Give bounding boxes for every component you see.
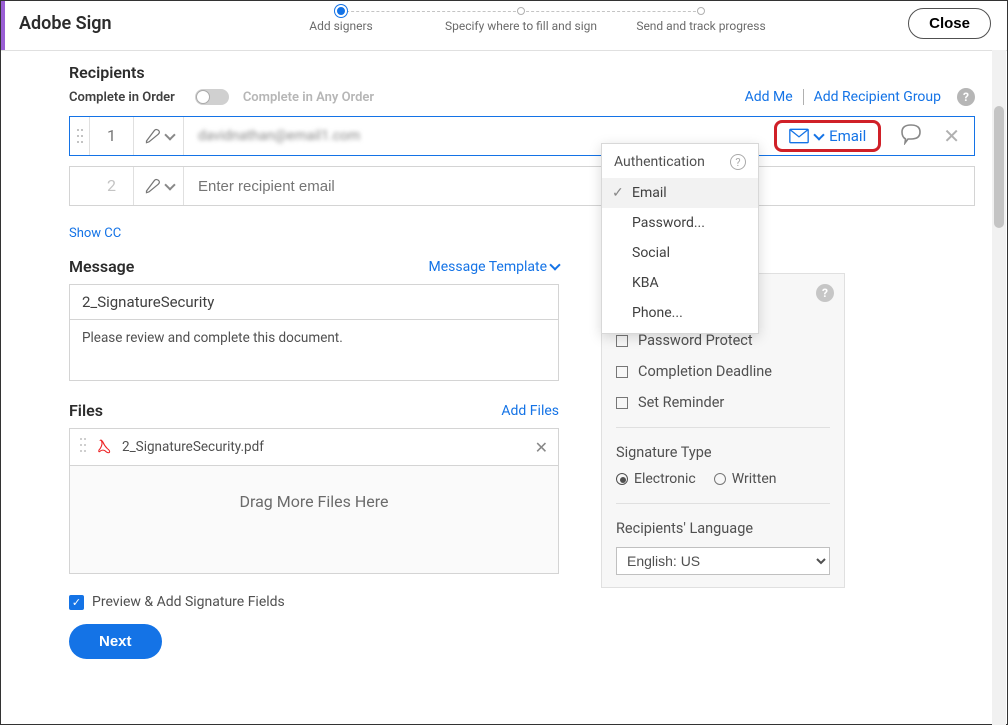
files-heading: Files bbox=[69, 401, 103, 420]
message-template-link[interactable]: Message Template bbox=[419, 259, 559, 275]
order-alt-label: Complete in Any Order bbox=[243, 90, 374, 105]
auth-popup: Authentication ? Email Password... Socia… bbox=[601, 143, 759, 334]
pdf-icon bbox=[96, 438, 114, 456]
pen-icon bbox=[144, 176, 164, 196]
chevron-down-icon bbox=[164, 179, 175, 190]
remove-recipient-icon[interactable]: ✕ bbox=[943, 124, 960, 148]
recipient-number: 2 bbox=[90, 167, 134, 205]
language-heading: Recipients' Language bbox=[616, 520, 830, 537]
drag-handle-icon[interactable] bbox=[70, 117, 90, 155]
radio-electronic-label: Electronic bbox=[634, 471, 696, 487]
scrollbar-thumb[interactable] bbox=[994, 106, 1004, 228]
auth-option-social[interactable]: Social bbox=[602, 238, 758, 268]
accent-stripe bbox=[1, 1, 5, 50]
remove-file-icon[interactable]: ✕ bbox=[535, 438, 548, 457]
help-icon[interactable]: ? bbox=[957, 88, 975, 106]
language-select[interactable]: English: US bbox=[616, 547, 830, 575]
order-toggle[interactable] bbox=[195, 89, 229, 105]
completion-deadline-option[interactable]: Completion Deadline bbox=[616, 363, 830, 380]
add-me-link[interactable]: Add Me bbox=[735, 89, 803, 105]
auth-method-label: Email bbox=[829, 127, 866, 145]
password-protect-label: Password Protect bbox=[638, 332, 753, 349]
drag-handle-placeholder bbox=[70, 167, 90, 205]
message-body-input[interactable]: Please review and complete this document… bbox=[70, 320, 558, 380]
files-box: 2_SignatureSecurity.pdf ✕ Drag More File… bbox=[69, 428, 559, 574]
auth-popup-title: Authentication bbox=[614, 154, 705, 170]
completion-deadline-label: Completion Deadline bbox=[638, 363, 772, 380]
radio-written-label: Written bbox=[732, 471, 777, 487]
help-icon[interactable]: ? bbox=[816, 284, 834, 302]
order-label: Complete in Order bbox=[69, 90, 175, 105]
wizard-steps: Add signers Specify where to fill and si… bbox=[251, 7, 791, 33]
recipient-role-dropdown[interactable] bbox=[134, 117, 184, 155]
recipient-email-input[interactable] bbox=[184, 178, 974, 195]
recipient-row-1: 1 davidnathan@email1.com Email ✕ bbox=[69, 116, 975, 156]
pen-icon bbox=[144, 126, 164, 146]
app-header: Adobe Sign Add signers Specify where to … bbox=[1, 1, 1007, 51]
wizard-step-1[interactable]: Add signers bbox=[251, 7, 431, 33]
set-reminder-label: Set Reminder bbox=[638, 394, 724, 411]
message-heading: Message bbox=[69, 257, 134, 276]
file-row: 2_SignatureSecurity.pdf ✕ bbox=[70, 429, 558, 466]
wizard-step-2-label: Specify where to fill and sign bbox=[445, 19, 597, 33]
scrollbar-track[interactable] bbox=[992, 50, 1006, 725]
auth-method-button[interactable]: Email bbox=[774, 120, 881, 152]
set-reminder-option[interactable]: Set Reminder bbox=[616, 394, 830, 411]
radio-electronic[interactable]: Electronic bbox=[616, 471, 696, 487]
chevron-down-icon bbox=[164, 129, 175, 140]
recipient-email[interactable]: davidnathan@email1.com bbox=[184, 128, 774, 144]
message-box: 2_SignatureSecurity Please review and co… bbox=[69, 284, 559, 381]
close-button[interactable]: Close bbox=[908, 8, 991, 39]
envelope-icon bbox=[789, 128, 809, 144]
recipients-heading: Recipients bbox=[69, 63, 975, 82]
add-files-link[interactable]: Add Files bbox=[491, 403, 559, 419]
file-dropzone[interactable]: Drag More Files Here bbox=[70, 466, 558, 573]
radio-written[interactable]: Written bbox=[714, 471, 777, 487]
order-row: Complete in Order Complete in Any Order … bbox=[69, 88, 975, 106]
radio-off-icon bbox=[714, 473, 726, 485]
auth-option-phone[interactable]: Phone... bbox=[602, 298, 758, 333]
app-title: Adobe Sign bbox=[19, 13, 112, 34]
message-subject-input[interactable]: 2_SignatureSecurity bbox=[70, 285, 558, 320]
password-protect-option[interactable]: Password Protect bbox=[616, 332, 830, 349]
help-icon[interactable]: ? bbox=[730, 154, 746, 170]
checkbox-icon bbox=[616, 397, 628, 409]
radio-on-icon bbox=[616, 473, 628, 485]
recipient-role-dropdown[interactable] bbox=[134, 167, 184, 205]
wizard-step-3-label: Send and track progress bbox=[636, 19, 765, 33]
add-recipient-group-link[interactable]: Add Recipient Group bbox=[804, 89, 951, 105]
chevron-down-icon bbox=[549, 259, 560, 270]
checkbox-icon bbox=[616, 335, 628, 347]
signature-type-heading: Signature Type bbox=[616, 444, 830, 461]
file-name: 2_SignatureSecurity.pdf bbox=[122, 439, 264, 455]
recipient-row-2: 2 bbox=[69, 166, 975, 206]
chevron-down-icon bbox=[813, 129, 824, 140]
next-button[interactable]: Next bbox=[69, 624, 162, 659]
recipient-number: 1 bbox=[90, 117, 134, 155]
auth-option-password[interactable]: Password... bbox=[602, 208, 758, 238]
auth-option-email[interactable]: Email bbox=[602, 178, 758, 208]
show-cc-link[interactable]: Show CC bbox=[69, 226, 121, 241]
preview-checkbox[interactable]: ✓ bbox=[69, 595, 84, 610]
wizard-step-1-label: Add signers bbox=[309, 19, 372, 33]
private-message-icon[interactable] bbox=[899, 123, 923, 149]
drag-handle-icon[interactable] bbox=[80, 437, 86, 457]
message-template-label: Message Template bbox=[429, 259, 547, 275]
auth-option-kba[interactable]: KBA bbox=[602, 268, 758, 298]
preview-label: Preview & Add Signature Fields bbox=[92, 594, 285, 610]
checkbox-icon bbox=[616, 366, 628, 378]
